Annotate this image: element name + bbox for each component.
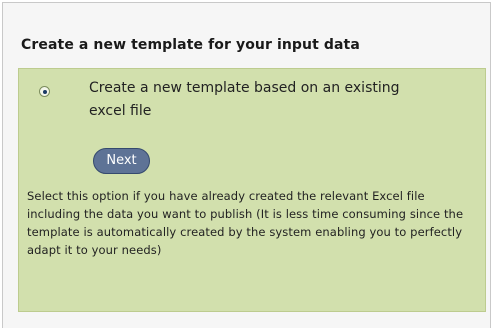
option-existing-excel: Create a new template based on an existi… — [18, 68, 486, 312]
option-label[interactable]: Create a new template based on an existi… — [89, 77, 419, 123]
panel-heading: Create a new template for your input dat… — [21, 37, 360, 53]
radio-selected-dot — [42, 89, 47, 94]
option-description: Select this option if you have already c… — [27, 189, 464, 257]
template-panel: Create a new template for your input dat… — [2, 2, 491, 328]
radio-existing-excel[interactable] — [39, 86, 50, 97]
next-button[interactable]: Next — [93, 148, 150, 174]
